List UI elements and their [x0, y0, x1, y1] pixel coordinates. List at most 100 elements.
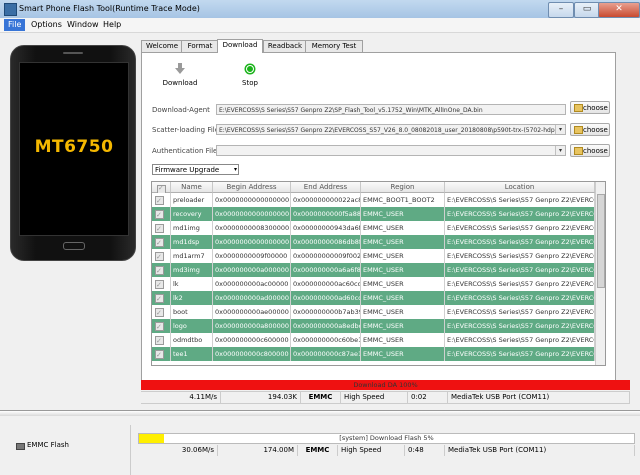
checkbox-icon[interactable] — [155, 264, 164, 277]
chevron-down-icon: ▾ — [233, 166, 237, 173]
checkbox-icon[interactable] — [155, 194, 164, 207]
table-row[interactable]: lk0x000000000ac000000x000000000ac60cdfEM… — [152, 277, 595, 291]
checkbox-icon[interactable] — [155, 348, 164, 361]
menu-help[interactable]: Help — [99, 19, 125, 31]
menu-file[interactable]: File — [4, 19, 26, 31]
tab-memory-test[interactable]: Memory Test — [305, 40, 363, 52]
cell-name: boot — [171, 305, 213, 319]
cell-begin: 0x000000000a800000 — [213, 319, 291, 333]
row-checkbox[interactable] — [152, 263, 171, 277]
choose-download-agent-button[interactable]: choose — [570, 101, 610, 114]
status2-storage: EMMC — [298, 445, 338, 456]
cell-name: md1img — [171, 221, 213, 235]
checkbox-icon[interactable] — [155, 334, 164, 347]
tab-readback[interactable]: Readback — [263, 40, 307, 52]
app-icon — [4, 3, 17, 16]
cell-name: tee1 — [171, 347, 213, 361]
choose-scatter-button[interactable]: choose — [570, 123, 610, 136]
authentication-label: Authentication File — [152, 147, 218, 155]
row-checkbox[interactable] — [152, 319, 171, 333]
row-checkbox[interactable] — [152, 333, 171, 347]
emmc-flash-label: EMMC Flash — [27, 441, 69, 449]
table-row[interactable]: tee10x000000000c8000000x000000000c87ae1f… — [152, 347, 595, 361]
checkbox-icon[interactable] — [155, 208, 164, 221]
header-checkbox[interactable] — [152, 182, 171, 194]
status-bar-2: 30.06M/s 174.00M EMMC High Speed 0:48 Me… — [138, 445, 635, 456]
cell-loc: E:\EVERCOSS\S Series\S57 Genpro Z2\EVERC… — [445, 319, 595, 333]
checkbox-icon[interactable] — [155, 320, 164, 333]
stop-tool-button[interactable]: Stop — [230, 63, 270, 87]
cell-loc: E:\EVERCOSS\S Series\S57 Genpro Z2\EVERC… — [445, 347, 595, 361]
header-begin-address: Begin Address — [213, 182, 291, 193]
cell-name: recovery — [171, 207, 213, 221]
scatter-loading-field[interactable]: E:\EVERCOSS\S Series\S57 Genpro Z2\EVERC… — [216, 124, 566, 135]
folder-icon — [574, 126, 583, 134]
table-row[interactable]: md1img0x00000000083000000x00000000943da6… — [152, 221, 595, 235]
row-checkbox[interactable] — [152, 249, 171, 263]
cell-begin: 0x0000000000000000 — [213, 193, 291, 207]
checkbox-icon[interactable] — [155, 250, 164, 263]
phone-screen: MT6750 — [19, 62, 129, 236]
maximize-button[interactable]: ▭ — [574, 2, 600, 18]
table-row[interactable]: lk20x000000000ad000000x000000000ad60cdfE… — [152, 291, 595, 305]
status2-time: 0:48 — [405, 445, 445, 456]
checkbox-icon[interactable] — [155, 222, 164, 235]
cell-name: md1dsp — [171, 235, 213, 249]
scrollbar-thumb[interactable] — [597, 194, 605, 288]
stop-icon — [244, 63, 256, 75]
row-checkbox[interactable] — [152, 305, 171, 319]
menu-window[interactable]: Window — [63, 19, 103, 31]
cell-region: EMMC_USER — [361, 221, 445, 235]
tab-welcome[interactable]: Welcome — [141, 40, 183, 52]
row-checkbox[interactable] — [152, 235, 171, 249]
row-checkbox[interactable] — [152, 221, 171, 235]
checkbox-icon[interactable] — [155, 292, 164, 305]
checkbox-icon[interactable] — [155, 306, 164, 319]
tab-format[interactable]: Format — [181, 40, 219, 52]
row-checkbox[interactable] — [152, 277, 171, 291]
status-speed: 4.11M/s — [141, 392, 221, 403]
checkbox-icon[interactable] — [155, 236, 164, 249]
vertical-scrollbar[interactable] — [595, 182, 605, 365]
table-row[interactable]: logo0x000000000a8000000x000000000a8edbcf… — [152, 319, 595, 333]
download-agent-field[interactable]: E:\EVERCOSS\S Series\S57 Genpro Z2\SP_Fl… — [216, 104, 566, 115]
download-tool-button[interactable]: Download — [160, 63, 200, 87]
cell-loc: E:\EVERCOSS\S Series\S57 Genpro Z2\EVERC… — [445, 333, 595, 347]
cell-region: EMMC_USER — [361, 291, 445, 305]
cell-end: 0x00000000009f0020f — [291, 249, 361, 263]
cell-region: EMMC_USER — [361, 347, 445, 361]
row-checkbox[interactable] — [152, 207, 171, 221]
cell-end: 0x0000000000f5a88f — [291, 207, 361, 221]
menu-options[interactable]: Options — [27, 19, 66, 31]
header-name: Name — [171, 182, 213, 193]
table-row[interactable]: odmdtbo0x000000000c6000000x000000000c60b… — [152, 333, 595, 347]
close-button[interactable]: ✕ — [598, 2, 640, 18]
cell-loc: E:\EVERCOSS\S Series\S57 Genpro Z2\EVERC… — [445, 305, 595, 319]
status-usb-speed: High Speed — [341, 392, 408, 403]
folder-icon — [574, 147, 583, 155]
table-row[interactable]: preloader0x00000000000000000x00000000002… — [152, 193, 595, 207]
partition-table: Name Begin Address End Address Region Lo… — [151, 181, 606, 366]
minimize-button[interactable]: – — [548, 2, 574, 18]
download-arrow-icon — [175, 63, 185, 74]
cell-name: lk — [171, 277, 213, 291]
tab-download[interactable]: Download — [217, 39, 263, 53]
checkbox-icon[interactable] — [155, 278, 164, 291]
choose-auth-button[interactable]: choose — [570, 144, 610, 157]
row-checkbox[interactable] — [152, 291, 171, 305]
table-row[interactable]: md1dsp0x00000000000000000x00000000086db8… — [152, 235, 595, 249]
row-checkbox[interactable] — [152, 193, 171, 207]
table-row[interactable]: md1arm70x0000000009f000000x00000000009f0… — [152, 249, 595, 263]
table-row[interactable]: md3img0x000000000a0000000x000000000a6a6f… — [152, 263, 595, 277]
header-end-address: End Address — [291, 182, 361, 193]
folder-icon — [574, 104, 583, 112]
status2-usb-speed: High Speed — [338, 445, 405, 456]
mode-select[interactable]: Firmware Upgrade ▾ — [152, 164, 239, 175]
cell-end: 0x000000000c60be1f — [291, 333, 361, 347]
window-title: Smart Phone Flash Tool(Runtime Trace Mod… — [19, 4, 200, 13]
cell-begin: 0x000000000c800000 — [213, 347, 291, 361]
authentication-field[interactable]: ▾ — [216, 145, 566, 156]
table-row[interactable]: recovery0x00000000000000000x0000000000f5… — [152, 207, 595, 221]
row-checkbox[interactable] — [152, 347, 171, 361]
table-row[interactable]: boot0x000000000ae000000x000000000b7ab39f… — [152, 305, 595, 319]
